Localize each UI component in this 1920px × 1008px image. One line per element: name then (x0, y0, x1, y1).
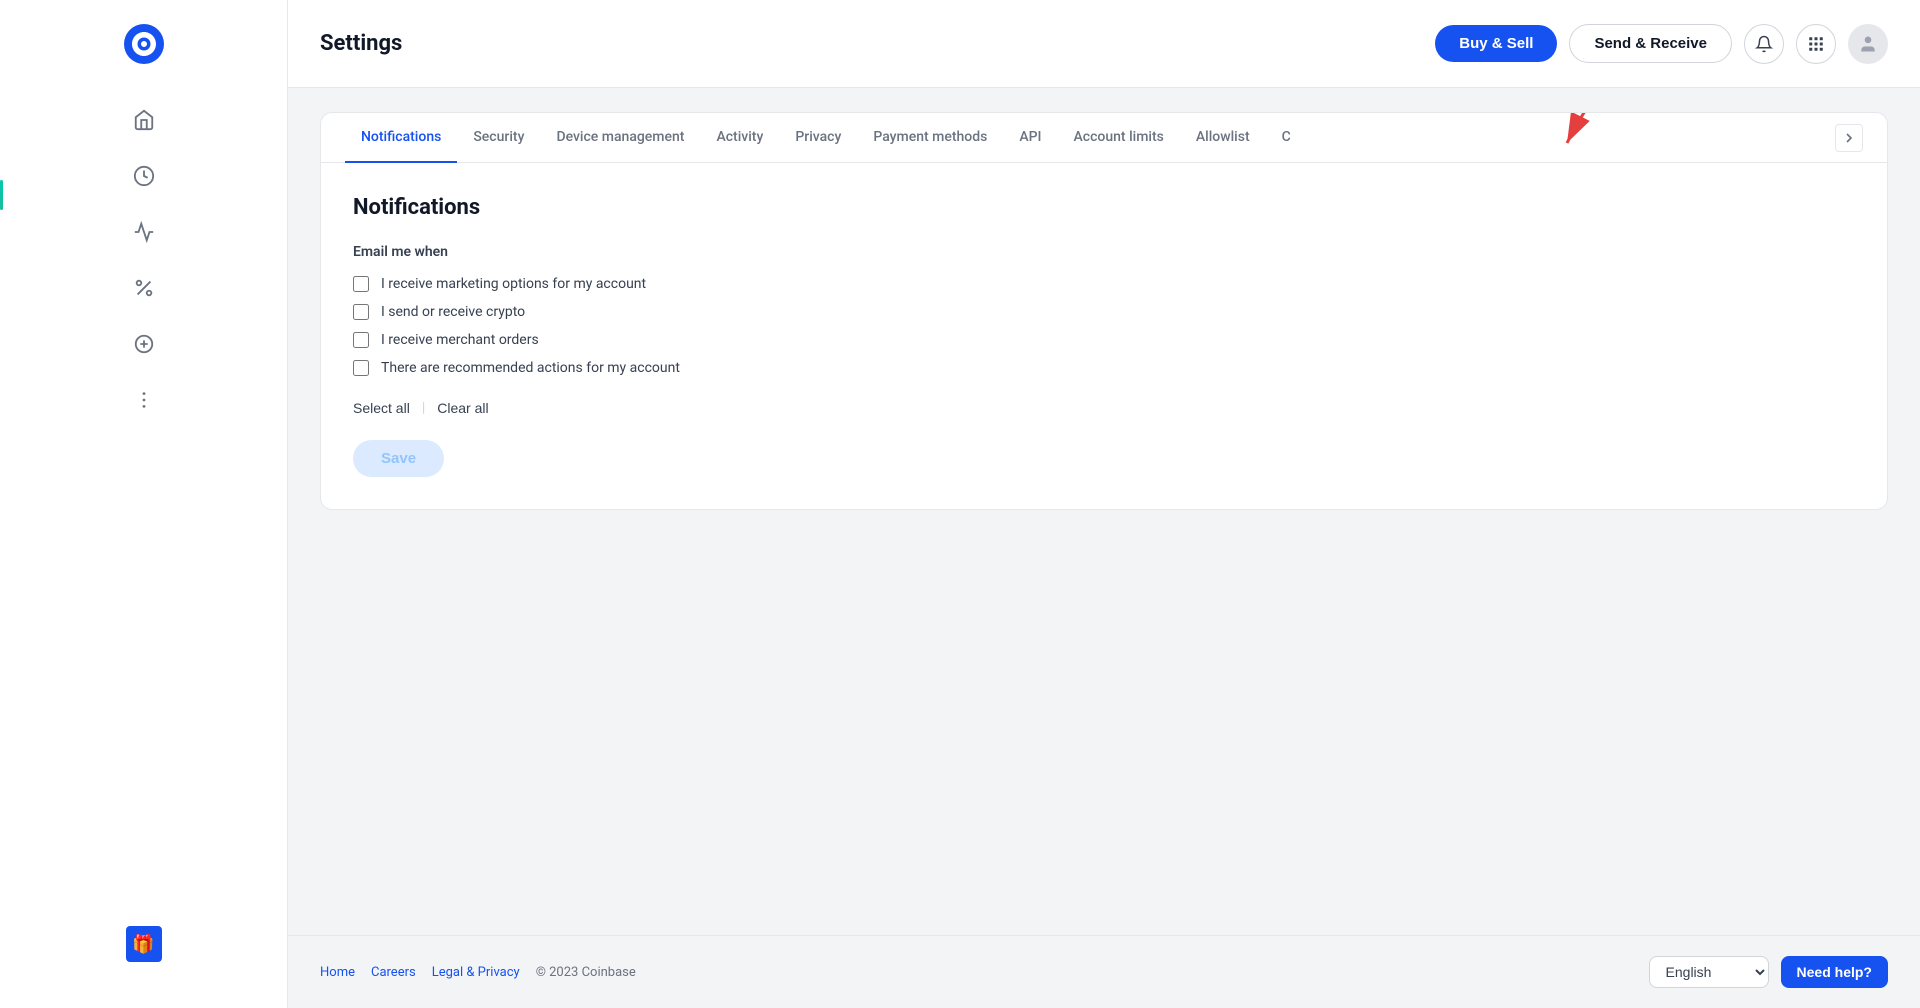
checkbox-recommended: There are recommended actions for my acc… (353, 360, 1855, 376)
tab-activity[interactable]: Activity (700, 113, 779, 163)
checkbox-marketing-input[interactable] (353, 276, 369, 292)
footer-copyright: © 2023 Coinbase (536, 965, 636, 980)
sidebar: 🎁 (0, 0, 288, 1008)
footer-careers-link[interactable]: Careers (371, 965, 416, 980)
sidebar-nav (120, 96, 168, 920)
sidebar-item-home[interactable] (120, 96, 168, 144)
checkbox-merchant-label[interactable]: I receive merchant orders (381, 332, 539, 348)
tab-notifications[interactable]: Notifications (345, 113, 457, 163)
tab-device-management[interactable]: Device management (540, 113, 700, 163)
checkbox-send-receive-label[interactable]: I send or receive crypto (381, 304, 525, 320)
sidebar-item-more[interactable] (120, 376, 168, 424)
sidebar-item-nft[interactable] (120, 320, 168, 368)
select-all-button[interactable]: Select all (353, 400, 410, 416)
checkbox-merchant: I receive merchant orders (353, 332, 1855, 348)
tab-account-limits[interactable]: Account limits (1058, 113, 1180, 163)
divider: | (422, 400, 425, 416)
tabs-chevron-button[interactable] (1835, 124, 1863, 152)
topbar: Settings Buy & Sell Send & Receive (288, 0, 1920, 88)
tabs-bar: Notifications Security Device management… (321, 113, 1887, 163)
language-selector[interactable]: English Français Deutsch Español (1649, 956, 1769, 988)
gift-icon[interactable]: 🎁 (120, 920, 168, 968)
notifications-bell-button[interactable] (1744, 24, 1784, 64)
buy-sell-button[interactable]: Buy & Sell (1435, 25, 1557, 62)
user-avatar-button[interactable] (1848, 24, 1888, 64)
coinbase-logo[interactable] (124, 24, 164, 64)
checkbox-send-receive: I send or receive crypto (353, 304, 1855, 320)
footer-legal-link[interactable]: Legal & Privacy (432, 965, 520, 980)
tab-security[interactable]: Security (457, 113, 540, 163)
footer-home-link[interactable]: Home (320, 965, 355, 980)
need-help-button[interactable]: Need help? (1781, 956, 1888, 988)
sidebar-item-history[interactable] (120, 152, 168, 200)
footer: Home Careers Legal & Privacy © 2023 Coin… (288, 935, 1920, 1008)
main-content: Settings Buy & Sell Send & Receive (288, 0, 1920, 1008)
checkbox-marketing-label[interactable]: I receive marketing options for my accou… (381, 276, 646, 292)
sidebar-progress-bar (0, 180, 3, 210)
checkbox-recommended-input[interactable] (353, 360, 369, 376)
sidebar-item-chart[interactable] (120, 208, 168, 256)
tab-privacy[interactable]: Privacy (779, 113, 857, 163)
settings-panel: Notifications Security Device management… (320, 112, 1888, 510)
sidebar-item-earn[interactable] (120, 264, 168, 312)
select-clear-row: Select all | Clear all (353, 400, 1855, 416)
tab-allowlist[interactable]: Allowlist (1180, 113, 1266, 163)
tab-more[interactable]: C (1266, 113, 1307, 163)
email-when-label: Email me when (353, 244, 1855, 260)
notifications-content: Notifications Email me when I receive ma… (321, 163, 1887, 509)
save-button[interactable]: Save (353, 440, 444, 477)
tab-api[interactable]: API (1003, 113, 1057, 163)
checkbox-marketing: I receive marketing options for my accou… (353, 276, 1855, 292)
apps-grid-button[interactable] (1796, 24, 1836, 64)
content-area: Notifications Security Device management… (288, 88, 1920, 935)
topbar-actions: Buy & Sell Send & Receive (1435, 24, 1888, 64)
footer-right: English Français Deutsch Español Need he… (1649, 956, 1888, 988)
checkbox-recommended-label[interactable]: There are recommended actions for my acc… (381, 360, 680, 376)
checkbox-merchant-input[interactable] (353, 332, 369, 348)
checkbox-list: I receive marketing options for my accou… (353, 276, 1855, 376)
checkbox-send-receive-input[interactable] (353, 304, 369, 320)
page-title: Settings (320, 31, 1435, 56)
clear-all-button[interactable]: Clear all (437, 400, 488, 416)
sidebar-bottom: 🎁 (120, 920, 168, 984)
footer-links: Home Careers Legal & Privacy © 2023 Coin… (320, 965, 636, 980)
send-receive-button[interactable]: Send & Receive (1569, 24, 1732, 63)
notifications-title: Notifications (353, 195, 1855, 220)
tab-payment-methods[interactable]: Payment methods (857, 113, 1003, 163)
